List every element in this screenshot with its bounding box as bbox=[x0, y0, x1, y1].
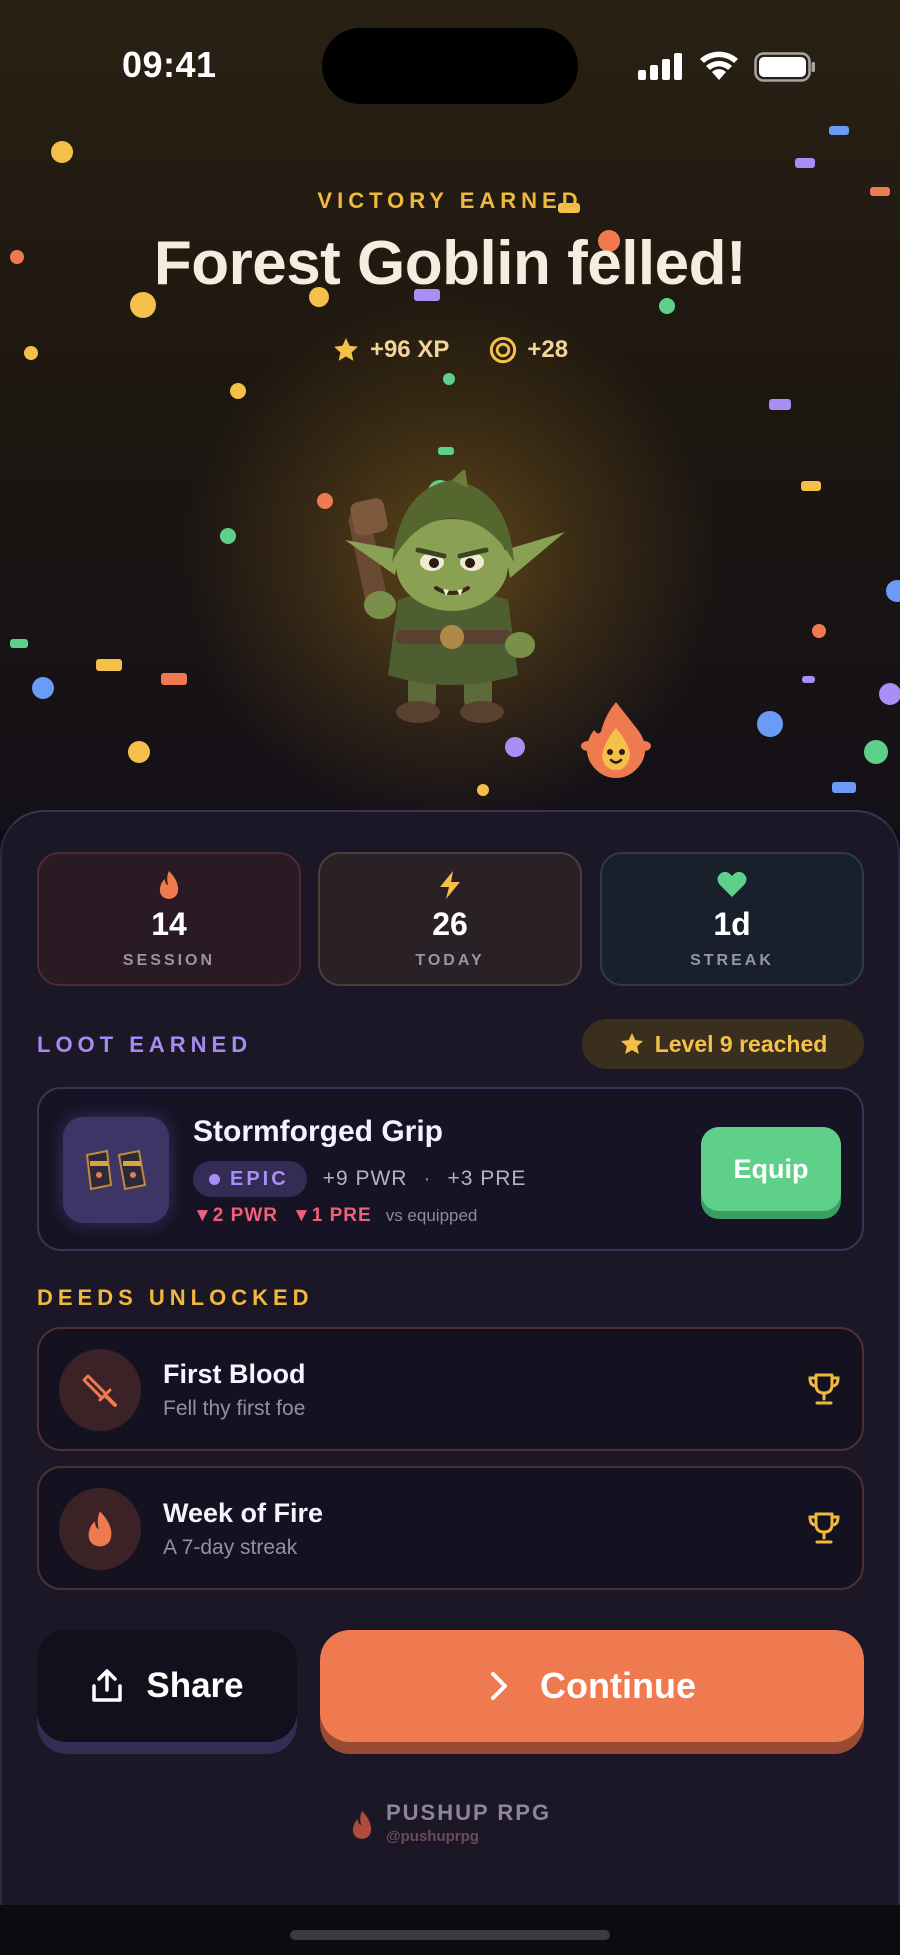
flame-icon bbox=[88, 1511, 112, 1547]
trophy-icon bbox=[808, 1373, 840, 1405]
continue-label: Continue bbox=[540, 1665, 696, 1706]
victory-hero: 09:41 VICTORY EARNED Forest Goblin felle… bbox=[0, 0, 900, 830]
brand-flame-icon bbox=[352, 1811, 372, 1839]
status-time: 09:41 bbox=[122, 44, 217, 85]
xp-reward: +96 XP bbox=[332, 336, 449, 364]
loot-section-label: LOOT EARNED bbox=[37, 1032, 253, 1057]
loot-comparison: ▼2 PWR ▼1 PRE vs equipped bbox=[193, 1205, 477, 1227]
star-icon bbox=[334, 338, 358, 361]
lightning-icon bbox=[440, 871, 460, 899]
coin-reward: +28 bbox=[489, 336, 568, 364]
rarity-label: EPIC bbox=[230, 1167, 289, 1190]
share-button[interactable]: Share bbox=[37, 1630, 297, 1742]
stat-session-label: SESSION bbox=[122, 952, 216, 969]
deed-title: Week of Fire bbox=[163, 1498, 324, 1528]
stat-today: 26 TODAY bbox=[318, 852, 582, 986]
deed-week-of-fire: Week of Fire A 7-day streak bbox=[37, 1466, 864, 1590]
bonus-pwr: +9 PWR bbox=[322, 1167, 408, 1190]
loot-stats: EPIC +9 PWR · +3 PRE bbox=[193, 1161, 526, 1197]
wifi-icon bbox=[700, 51, 738, 80]
victory-title: Forest Goblin felled! bbox=[153, 229, 747, 298]
deed-first-blood: First Blood Fell thy first foe bbox=[37, 1327, 864, 1451]
continue-button[interactable]: Continue bbox=[320, 1630, 864, 1742]
reward-summary: +96 XP +28 bbox=[0, 336, 900, 364]
deed-icon-badge bbox=[59, 1349, 141, 1431]
stat-streak: 1d STREAK bbox=[600, 852, 864, 986]
flame-mascot-icon bbox=[581, 702, 651, 778]
flame-icon bbox=[159, 871, 179, 899]
victory-kicker: VICTORY EARNED bbox=[317, 188, 583, 213]
loot-item-name: Stormforged Grip bbox=[193, 1115, 444, 1148]
star-icon bbox=[620, 1032, 643, 1054]
delta-pre: ▼1 PRE bbox=[291, 1205, 372, 1226]
brand-handle: @pushuprpg bbox=[386, 1828, 479, 1845]
heart-icon bbox=[717, 871, 747, 897]
dynamic-island bbox=[322, 28, 578, 104]
gauntlets-icon bbox=[63, 1117, 169, 1223]
stat-separator: · bbox=[423, 1167, 432, 1190]
brand-name: PUSHUP RPG bbox=[386, 1800, 552, 1825]
stat-session-value: 14 bbox=[151, 906, 187, 942]
chevron-right-icon bbox=[491, 1672, 507, 1700]
trophy-icon bbox=[808, 1512, 840, 1544]
stat-streak-value: 1d bbox=[713, 906, 751, 942]
stat-streak-label: STREAK bbox=[690, 952, 774, 969]
bonus-pre: +3 PRE bbox=[447, 1167, 527, 1190]
deed-title: First Blood bbox=[163, 1359, 306, 1389]
stat-today-label: TODAY bbox=[415, 952, 485, 969]
level-badge: Level 9 reached bbox=[582, 1019, 864, 1069]
home-indicator[interactable] bbox=[290, 1930, 610, 1940]
xp-value: +96 XP bbox=[369, 336, 450, 363]
deed-subtitle: A 7-day streak bbox=[163, 1536, 298, 1559]
deed-subtitle: Fell thy first foe bbox=[163, 1397, 306, 1420]
share-icon bbox=[92, 1669, 123, 1702]
delta-pwr: ▼2 PWR bbox=[193, 1205, 278, 1226]
stat-today-value: 26 bbox=[432, 906, 468, 942]
loot-card: Stormforged Grip EPIC +9 PWR · +3 PRE ▼2… bbox=[37, 1087, 864, 1251]
share-label: Share bbox=[146, 1666, 244, 1705]
forest-goblin-icon bbox=[345, 470, 565, 723]
level-badge-label: Level 9 reached bbox=[654, 1030, 828, 1057]
brand-footer: PUSHUP RPG @pushuprpg bbox=[350, 1800, 570, 1850]
coin-value: +28 bbox=[527, 336, 569, 363]
signal-icon bbox=[638, 52, 684, 80]
deeds-section-label: DEEDS UNLOCKED bbox=[37, 1285, 314, 1310]
deed-icon-badge bbox=[59, 1488, 141, 1570]
coin-icon bbox=[490, 336, 517, 364]
compare-note: vs equipped bbox=[385, 1206, 478, 1225]
stat-session: 14 SESSION bbox=[37, 852, 301, 986]
equip-button[interactable]: Equip bbox=[701, 1127, 841, 1211]
sword-icon bbox=[82, 1374, 117, 1407]
battery-icon bbox=[754, 52, 815, 82]
rarity-dot-icon bbox=[209, 1173, 220, 1185]
rarity-badge: EPIC bbox=[193, 1161, 307, 1197]
